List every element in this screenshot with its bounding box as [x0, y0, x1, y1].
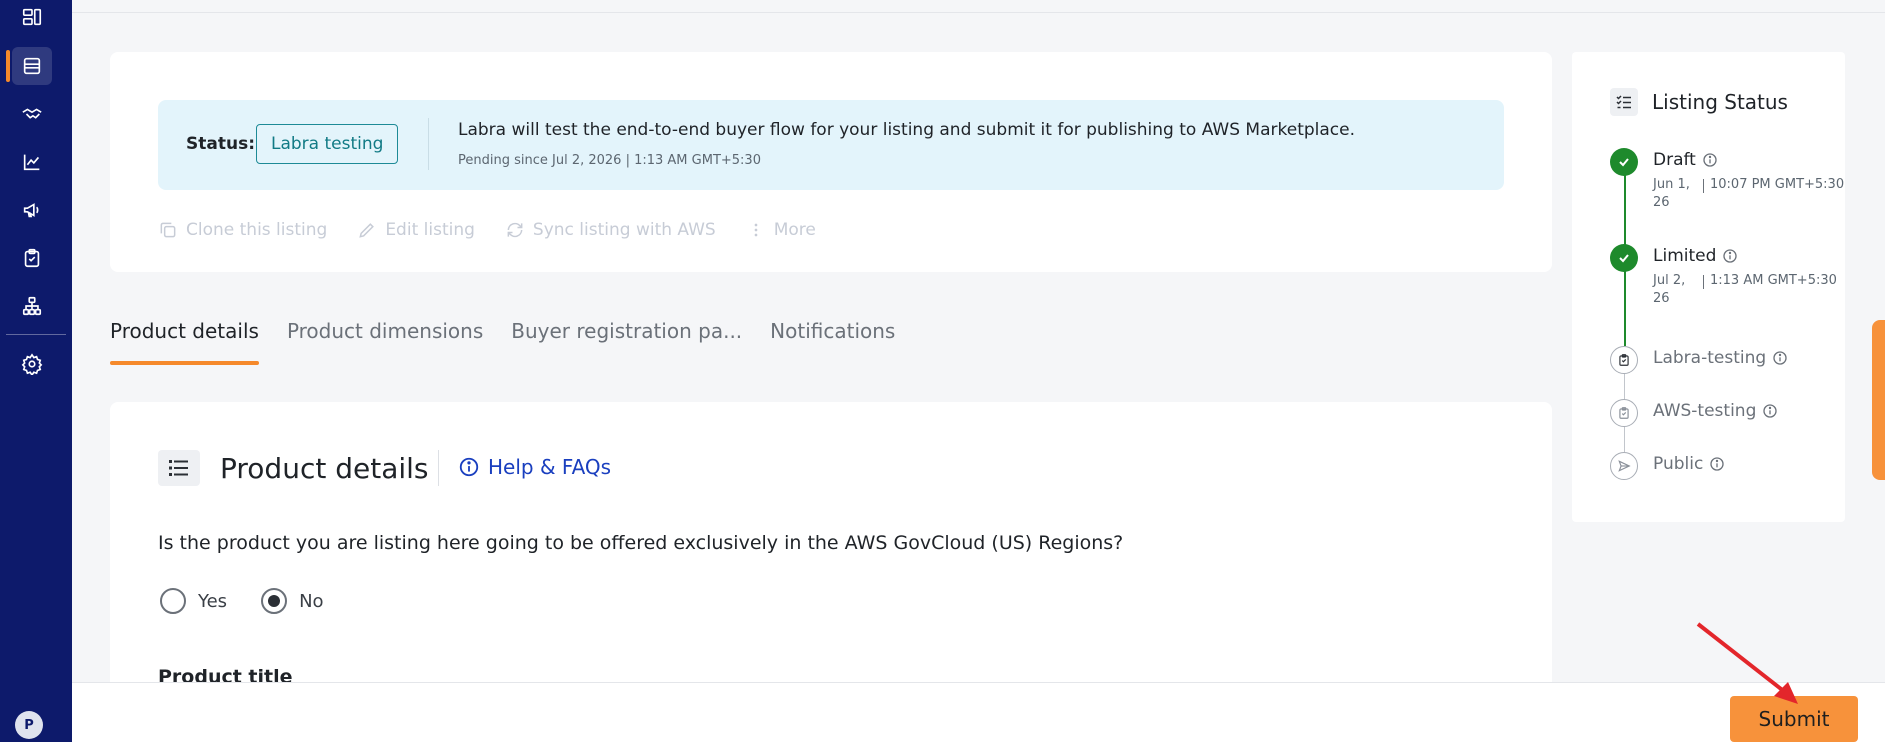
- govcloud-question: Is the product you are listing here goin…: [158, 532, 1124, 554]
- handshake-icon[interactable]: [12, 95, 52, 133]
- step-limited-label: Limited: [1653, 246, 1717, 266]
- clipboard-check-icon[interactable]: [12, 239, 52, 277]
- tab-product-details[interactable]: Product details: [110, 315, 259, 365]
- list-icon: [158, 450, 200, 486]
- listing-status-card: Status: Labra testing Labra will test th…: [110, 52, 1552, 272]
- clipboard-check-icon: [1610, 399, 1638, 427]
- listing-status-title: Listing Status: [1652, 90, 1788, 114]
- checklist-icon: [1610, 88, 1638, 116]
- sync-icon: [507, 222, 523, 238]
- sync-listing-label: Sync listing with AWS: [532, 220, 716, 240]
- radio-no-label: No: [299, 590, 324, 612]
- info-icon[interactable]: [1702, 152, 1718, 168]
- avatar[interactable]: P: [15, 711, 43, 739]
- annotation-arrow: [1696, 622, 1798, 704]
- sidebar: P: [0, 0, 72, 742]
- step-timestamp: Jul 2, 26 1:13 AM GMT+5:30: [1653, 272, 1853, 308]
- sync-listing-button[interactable]: Sync listing with AWS: [505, 220, 716, 240]
- pencil-icon: [359, 223, 375, 238]
- analytics-chart-icon[interactable]: [12, 143, 52, 181]
- step-date: Jul 2, 26: [1653, 273, 1686, 306]
- info-icon[interactable]: [1722, 248, 1738, 264]
- info-icon[interactable]: [1709, 456, 1725, 472]
- megaphone-icon[interactable]: [12, 191, 52, 229]
- timeline-line-done: [1624, 270, 1626, 346]
- timestamp-separator: [1703, 179, 1704, 193]
- step-name: Public: [1653, 454, 1725, 474]
- status-badge: Labra testing: [256, 124, 399, 164]
- bottom-action-bar: [72, 682, 1885, 742]
- more-actions-label: More: [773, 220, 816, 240]
- step-time: 1:13 AM GMT+5:30: [1710, 273, 1837, 288]
- radio-no-circle[interactable]: [261, 588, 288, 614]
- help-faqs-label: Help & FAQs: [488, 455, 612, 479]
- radio-yes-circle[interactable]: [160, 588, 186, 614]
- status-pending-since: Pending since Jul 2, 2026 | 1:13 AM GMT+…: [458, 153, 761, 168]
- step-name: Limited: [1653, 246, 1738, 266]
- title-separator: [438, 450, 439, 486]
- step-date: Jun 1, 26: [1653, 177, 1690, 210]
- clone-listing-label: Clone this listing: [186, 220, 328, 240]
- govcloud-radio-group: Yes No: [160, 588, 324, 614]
- step-name: AWS-testing: [1653, 401, 1778, 421]
- timestamp-separator: [1703, 275, 1704, 289]
- more-actions-button[interactable]: More: [746, 220, 816, 240]
- gear-icon[interactable]: [12, 345, 52, 383]
- step-labra-testing-label: Labra-testing: [1653, 348, 1767, 368]
- radio-yes[interactable]: Yes: [160, 588, 227, 614]
- help-faqs-link[interactable]: Help & FAQs: [458, 455, 611, 479]
- tab-buyer-registration[interactable]: Buyer registration pa...: [511, 315, 742, 363]
- step-public-label: Public: [1653, 454, 1704, 474]
- edit-listing-button[interactable]: Edit listing: [357, 220, 475, 240]
- step-name: Draft: [1653, 150, 1718, 170]
- info-circle-icon: [459, 457, 479, 477]
- tab-product-dimensions[interactable]: Product dimensions: [287, 315, 483, 363]
- status-banner: Status: Labra testing Labra will test th…: [158, 100, 1504, 190]
- top-divider: [72, 12, 1885, 13]
- copy-icon: [160, 222, 176, 238]
- step-timestamp: Jun 1, 26 10:07 PM GMT+5:30: [1653, 176, 1853, 212]
- clone-listing-button[interactable]: Clone this listing: [158, 220, 327, 240]
- timeline-line-pending: [1624, 426, 1625, 452]
- info-icon[interactable]: [1762, 403, 1778, 419]
- edit-listing-label: Edit listing: [385, 220, 475, 240]
- timeline-line-done: [1624, 174, 1626, 248]
- check-icon: [1610, 148, 1638, 176]
- status-separator: [428, 118, 429, 170]
- tab-notifications[interactable]: Notifications: [770, 315, 895, 363]
- storefront-icon[interactable]: [6, 47, 52, 85]
- radio-no[interactable]: No: [261, 588, 324, 614]
- feedback-tab[interactable]: [1872, 320, 1885, 480]
- listing-status-header: Listing Status: [1610, 88, 1788, 116]
- step-aws-testing-label: AWS-testing: [1653, 401, 1757, 421]
- listing-status-panel: Listing Status Draft Jun 1, 26 10:07 PM …: [1572, 52, 1845, 522]
- more-vertical-icon: [754, 223, 758, 237]
- send-icon: [1610, 452, 1638, 480]
- radio-yes-label: Yes: [198, 590, 228, 612]
- status-label: Status:: [186, 134, 255, 154]
- step-name: Labra-testing: [1653, 348, 1788, 368]
- info-icon[interactable]: [1772, 350, 1788, 366]
- hierarchy-icon[interactable]: [12, 287, 52, 325]
- listing-tabs: Product details Product dimensions Buyer…: [110, 315, 895, 365]
- step-draft-label: Draft: [1653, 150, 1696, 170]
- listing-actions: Clone this listing Edit listing Sync lis…: [158, 220, 816, 240]
- clipboard-check-icon: [1610, 346, 1638, 374]
- step-time: 10:07 PM GMT+5:30: [1710, 177, 1845, 192]
- status-message: Labra will test the end-to-end buyer flo…: [458, 120, 1355, 140]
- timeline-line-pending: [1624, 372, 1625, 400]
- check-icon: [1610, 244, 1638, 272]
- sidebar-divider: [6, 334, 66, 335]
- dashboard-icon[interactable]: [12, 0, 52, 36]
- section-title: Product details: [220, 452, 429, 485]
